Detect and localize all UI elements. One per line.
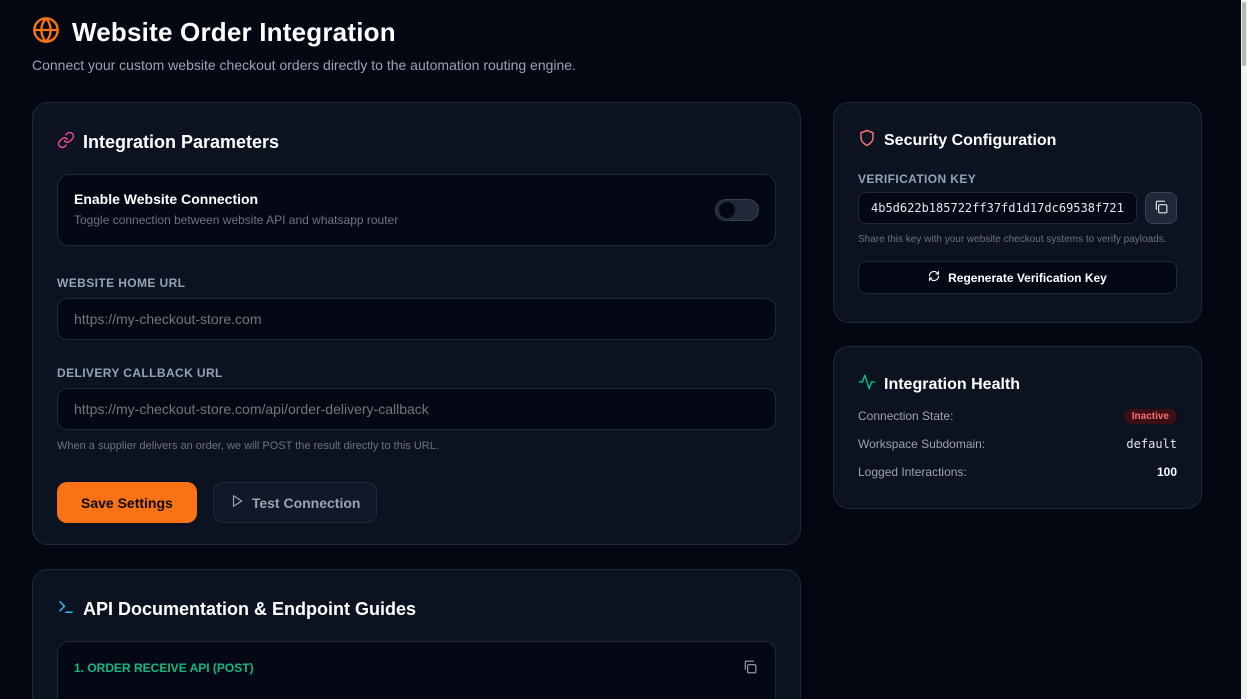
enable-connection-toggle[interactable] — [715, 199, 759, 221]
subdomain-label: Workspace Subdomain: — [858, 437, 986, 451]
play-icon — [230, 494, 244, 511]
home-url-input[interactable] — [57, 298, 776, 340]
enable-connection-row: Enable Website Connection Toggle connect… — [57, 174, 776, 246]
status-badge: Inactive — [1123, 408, 1177, 424]
interactions-value: 100 — [1156, 465, 1177, 479]
test-connection-button[interactable]: Test Connection — [212, 482, 378, 523]
integration-parameters-card: Integration Parameters Enable Website Co… — [32, 102, 801, 545]
callback-url-label: DELIVERY CALLBACK URL — [57, 366, 223, 380]
interactions-label: Logged Interactions: — [858, 465, 967, 479]
endpoint-title: 1. ORDER RECEIVE API (POST) — [74, 661, 254, 675]
api-documentation-card: API Documentation & Endpoint Guides 1. O… — [32, 569, 801, 699]
verification-key-label: VERIFICATION KEY — [858, 172, 977, 186]
page-title: Website Order Integration — [72, 17, 396, 47]
regenerate-key-button[interactable]: Regenerate Verification Key — [858, 261, 1177, 294]
page-header: Website Order Integration Connect your c… — [32, 16, 576, 73]
refresh-icon — [928, 270, 940, 285]
endpoint-order-receive: 1. ORDER RECEIVE API (POST) — [57, 641, 776, 699]
save-settings-button[interactable]: Save Settings — [57, 482, 197, 523]
activity-icon — [858, 373, 876, 396]
callback-url-help: When a supplier delivers an order, we wi… — [57, 440, 439, 452]
toggle-title: Enable Website Connection — [74, 191, 259, 207]
test-connection-label: Test Connection — [251, 494, 361, 511]
connection-state-label: Connection State: — [858, 409, 954, 423]
shield-icon — [858, 129, 876, 152]
page-scrollbar[interactable] — [1241, 0, 1247, 699]
connection-state-row: Connection State: Inactive — [858, 408, 1177, 424]
toggle-description: Toggle connection between website API an… — [74, 213, 399, 227]
interactions-row: Logged Interactions: 100 — [858, 464, 1177, 480]
home-url-label: WEBSITE HOME URL — [57, 276, 186, 290]
toggle-knob — [719, 202, 735, 218]
copy-key-button[interactable] — [1145, 192, 1177, 224]
regenerate-key-label: Regenerate Verification Key — [948, 270, 1107, 285]
card-title: Integration Health — [884, 375, 1021, 393]
card-title: Integration Parameters — [83, 132, 280, 152]
callback-url-input[interactable] — [57, 388, 776, 430]
copy-icon[interactable] — [743, 660, 757, 679]
page-subtitle: Connect your custom website checkout ord… — [32, 57, 576, 73]
globe-icon — [32, 16, 60, 49]
scrollbar-thumb[interactable] — [1242, 2, 1246, 66]
subdomain-value: default — [1126, 437, 1177, 451]
subdomain-row: Workspace Subdomain: default — [858, 436, 1177, 452]
link-icon — [57, 131, 75, 154]
card-title: API Documentation & Endpoint Guides — [83, 599, 416, 619]
integration-health-card: Integration Health Connection State: Ina… — [833, 346, 1202, 509]
copy-icon — [1154, 200, 1168, 217]
card-title: Security Configuration — [884, 131, 1057, 149]
verification-key-field[interactable]: 4b5d622b185722ff37fd1d17dc69538f721 — [858, 192, 1137, 224]
terminal-icon — [57, 598, 75, 621]
security-configuration-card: Security Configuration VERIFICATION KEY … — [833, 102, 1202, 323]
verification-key-help: Share this key with your website checkou… — [858, 234, 1167, 245]
